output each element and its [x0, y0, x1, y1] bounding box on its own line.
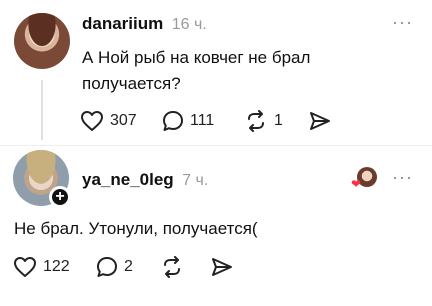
heart-icon	[81, 111, 103, 131]
share-icon	[310, 112, 330, 130]
share-button[interactable]	[210, 256, 234, 278]
username[interactable]: ya_ne_0leg	[82, 170, 174, 189]
divider	[0, 145, 432, 146]
comment-icon	[163, 111, 183, 131]
follow-plus-icon[interactable]: +	[49, 186, 71, 208]
timestamp: 7 ч.	[182, 172, 209, 189]
like-count: 307	[110, 112, 137, 129]
post2-header: ya_ne_0leg 7 ч.	[82, 170, 208, 190]
author-liked-heart-icon: ❤	[351, 177, 362, 191]
heart-icon	[14, 257, 36, 277]
post-text: А Ной рыб на ковчег не брал получается?	[82, 45, 412, 97]
like-button[interactable]: 307	[80, 110, 137, 132]
repost-icon	[248, 110, 264, 132]
repost-button[interactable]: 1	[244, 110, 283, 132]
avatar-danariium[interactable]	[14, 13, 70, 69]
post-text-line: получается?	[82, 74, 181, 93]
comment-icon	[97, 257, 117, 277]
username[interactable]: danariium	[82, 14, 163, 33]
more-icon[interactable]: ···	[392, 12, 413, 33]
repost-count: 1	[274, 112, 283, 129]
comment-count: 2	[124, 258, 133, 275]
comment-button[interactable]: 2	[96, 256, 133, 278]
post-text-line: А Ной рыб на ковчег не брал	[82, 48, 311, 67]
reply-text: Не брал. Утонули, получается(	[14, 219, 258, 238]
thread-line	[41, 80, 43, 140]
more-icon[interactable]: ···	[392, 167, 413, 188]
share-button[interactable]	[308, 110, 332, 132]
repost-button[interactable]	[160, 256, 184, 278]
share-icon	[212, 258, 232, 276]
like-button[interactable]: 122	[13, 256, 70, 278]
like-count: 122	[43, 258, 70, 275]
post1-header: danariium 16 ч.	[82, 14, 207, 34]
comment-count: 111	[190, 112, 215, 129]
timestamp: 16 ч.	[171, 16, 207, 33]
comment-button[interactable]: 111	[162, 110, 214, 132]
repost-icon	[164, 256, 180, 278]
